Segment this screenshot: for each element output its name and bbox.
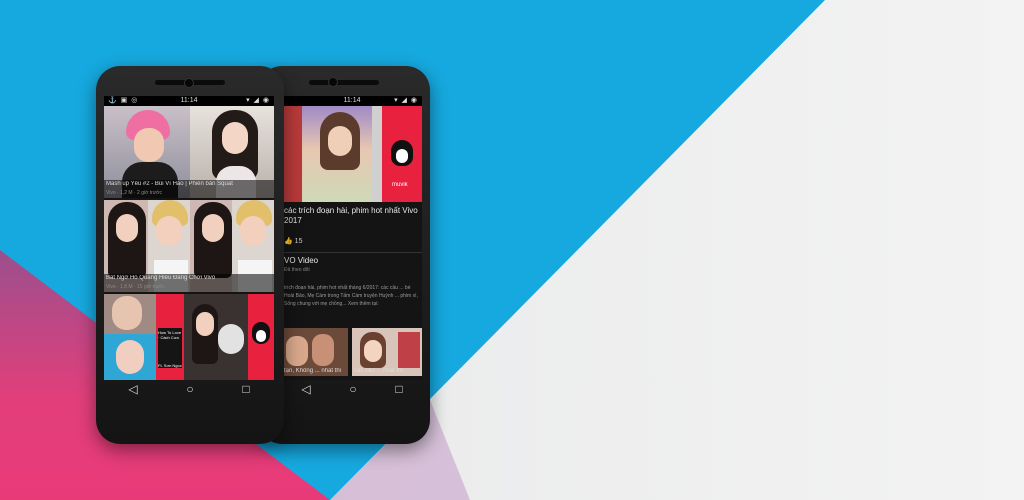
video-title-3: How To Love · Cách Cưa — [158, 330, 182, 340]
thumbs-up-icon: 👍 — [284, 238, 293, 245]
channel-name[interactable]: VO Video — [284, 256, 318, 266]
back-button[interactable]: ◁ — [301, 382, 310, 396]
penguin-icon — [252, 322, 270, 344]
video-description: trích đoạn hài, phim hot nhất tháng 6/20… — [284, 285, 418, 307]
status-bar: ⚓ ▣ ◎ 11:14 ▾ ◢ ◉ — [104, 96, 274, 106]
front-camera — [328, 77, 338, 87]
video-title-1: Mash up Yêu #2 - Bùi Vĩ Hào | Phiên bản … — [106, 181, 233, 187]
video-meta-1: Vivo · 1,2 M · 2 giờ trước — [106, 190, 162, 196]
left-phone: ⚓ ▣ ◎ 11:14 ▾ ◢ ◉ Mash up Yêu #2 - Bùi V… — [96, 66, 284, 444]
home-button[interactable]: ○ — [349, 382, 356, 396]
recent-apps-button[interactable]: □ — [242, 382, 249, 396]
related-caption-1: tạn, Không ... nhất thì — [284, 368, 342, 374]
brand-badge: muvik — [392, 182, 408, 188]
face-shape — [328, 126, 352, 156]
like-count: 15 — [294, 238, 303, 245]
video-title-2: Bất Ngờ Hồ Quang Hiếu Đang Chơi Vivo — [106, 275, 216, 281]
recent-apps-button[interactable]: □ — [395, 382, 402, 396]
face-shape — [134, 128, 164, 162]
video-meta-3: Ft. Sơn Ngọc — [158, 363, 182, 368]
left-phone-screen: ⚓ ▣ ◎ 11:14 ▾ ◢ ◉ Mash up Yêu #2 - Bùi V… — [104, 96, 274, 380]
penguin-icon — [391, 140, 413, 166]
status-icons: ▾ ◢ ◉ — [246, 97, 270, 104]
status-time: 11:14 — [180, 97, 198, 104]
like-button[interactable]: 👍 15 — [284, 236, 302, 248]
video-meta-2: Vivo · 1,8 M · 15 giờ trước — [106, 284, 165, 290]
divider — [282, 252, 422, 253]
video-card-1[interactable]: Mash up Yêu #2 - Bùi Vĩ Hào | Phiên bản … — [104, 106, 274, 198]
face-shape — [222, 122, 248, 154]
video-card-3[interactable]: How To Love · Cách Cưa Ft. Sơn Ngọc — [104, 294, 274, 380]
video-card-2[interactable]: Bất Ngờ Hồ Quang Hiếu Đang Chơi Vivo Viv… — [104, 200, 274, 292]
nav-bar: ◁ ○ □ — [104, 380, 274, 398]
speaker-grille — [309, 80, 379, 85]
status-bar: 11:14 ▾ ◢ ◉ — [282, 96, 422, 106]
home-button[interactable]: ○ — [186, 382, 193, 396]
channel-subscribed: Đã theo dõi — [284, 267, 310, 273]
back-button[interactable]: ◁ — [128, 382, 137, 396]
front-camera — [184, 78, 194, 88]
status-icons: ▾ ◢ ◉ — [394, 97, 418, 104]
status-time: 11:14 — [343, 97, 361, 104]
right-phone-screen: 11:14 ▾ ◢ ◉ muvik các trích đoạn hài, ph… — [282, 96, 422, 380]
video-title: các trích đoạn hài, phim hot nhất Vivo 2… — [284, 206, 418, 225]
related-video-2[interactable]: các câu ... nhất thì — [352, 328, 422, 376]
related-caption-2: các câu ... nhất thì — [354, 368, 404, 374]
video-player[interactable]: muvik — [282, 106, 422, 202]
nav-bar: ◁ ○ □ — [282, 380, 422, 398]
related-video-1[interactable]: tạn, Không ... nhất thì — [282, 328, 348, 376]
teddy-bear-icon — [218, 324, 244, 354]
status-left-icons: ⚓ ▣ ◎ — [108, 97, 139, 104]
